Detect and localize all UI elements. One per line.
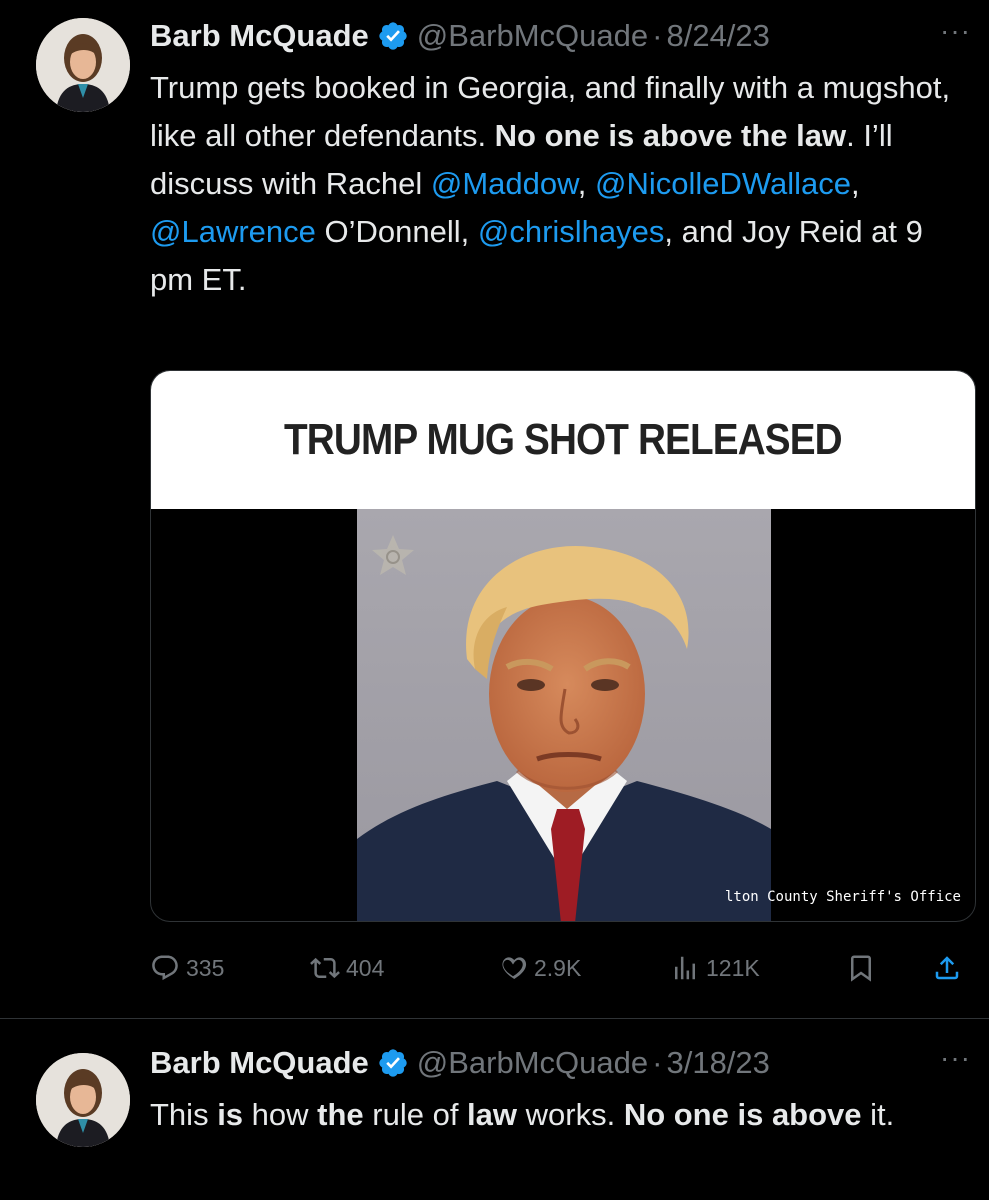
separator-dot: · — [652, 18, 663, 53]
text-part: O’Donnell, — [315, 214, 478, 249]
mention-link[interactable]: @Maddow — [431, 166, 578, 201]
text-bold: the — [317, 1097, 364, 1132]
heart-icon — [502, 957, 527, 980]
tweet-text: Trump gets booked in Georgia, and finall… — [150, 64, 970, 304]
text-bold: law — [467, 1097, 518, 1132]
tweet-date[interactable]: 8/24/23 — [666, 18, 769, 54]
mention-link[interactable]: @chrislhayes — [478, 214, 665, 249]
like-count: 2.9K — [534, 954, 582, 981]
text-part: how — [243, 1097, 318, 1132]
repost-icon — [310, 957, 340, 979]
views-count: 121K — [706, 954, 760, 981]
tweet[interactable]: Barb McQuade @BarbMcQuade · 3/18/23 ··· … — [0, 1019, 989, 1200]
author-handle[interactable]: @BarbMcQuade — [417, 1045, 648, 1081]
text-part: it. — [861, 1097, 895, 1132]
card-banner: TRUMP MUG SHOT RELEASED — [151, 371, 975, 509]
text-part: , — [851, 166, 860, 201]
card-title: TRUMP MUG SHOT RELEASED — [284, 415, 843, 464]
repost-count: 404 — [346, 954, 385, 981]
like-button[interactable]: 2.9K — [498, 945, 581, 991]
avatar[interactable] — [36, 1053, 130, 1147]
bookmark-button[interactable] — [846, 945, 876, 991]
views-icon — [675, 956, 695, 980]
verified-badge-icon — [379, 22, 407, 50]
mention-link[interactable]: @NicolleDWallace — [595, 166, 851, 201]
media-card[interactable]: TRUMP MUG SHOT RELEASED lton County Sher… — [150, 370, 976, 922]
share-icon — [935, 956, 959, 980]
text-bold: is — [217, 1097, 244, 1132]
verified-badge-icon — [379, 1049, 407, 1077]
mention-link[interactable]: @Lawrence — [150, 214, 316, 249]
text-part: works. — [517, 1097, 624, 1132]
share-button[interactable] — [932, 945, 962, 991]
text-part: , — [577, 166, 596, 201]
avatar[interactable] — [36, 18, 130, 112]
reply-button[interactable]: 335 — [150, 945, 224, 991]
text-part: This — [150, 1097, 218, 1132]
author-name[interactable]: Barb McQuade — [150, 1045, 369, 1081]
views-button[interactable]: 121K — [670, 945, 760, 991]
image-credit: lton County Sheriff's Office — [724, 889, 961, 905]
text-bold: No one is above — [623, 1097, 862, 1132]
more-options-icon[interactable]: ··· — [940, 1043, 971, 1073]
separator-dot: · — [652, 1045, 663, 1080]
author-name[interactable]: Barb McQuade — [150, 18, 369, 54]
text-part: rule of — [363, 1097, 468, 1132]
author-handle[interactable]: @BarbMcQuade — [417, 18, 648, 54]
tweet-header: Barb McQuade @BarbMcQuade · 8/24/23 ··· — [150, 16, 989, 56]
tweet-text: This is how the rule of law works. No on… — [150, 1091, 970, 1139]
repost-button[interactable]: 404 — [310, 945, 384, 991]
text-bold: No one is above the law — [494, 118, 847, 153]
tweet-date[interactable]: 3/18/23 — [666, 1045, 769, 1081]
more-options-icon[interactable]: ··· — [940, 16, 971, 46]
action-bar: 335 404 2.9K 121K — [150, 945, 976, 991]
mugshot-image[interactable] — [357, 509, 771, 921]
tweet[interactable]: Barb McQuade @BarbMcQuade · 8/24/23 ··· … — [0, 0, 989, 1018]
tweet-header: Barb McQuade @BarbMcQuade · 3/18/23 ··· — [150, 1043, 989, 1083]
reply-icon — [152, 955, 178, 981]
reply-count: 335 — [186, 954, 225, 981]
bookmark-icon — [851, 955, 871, 982]
